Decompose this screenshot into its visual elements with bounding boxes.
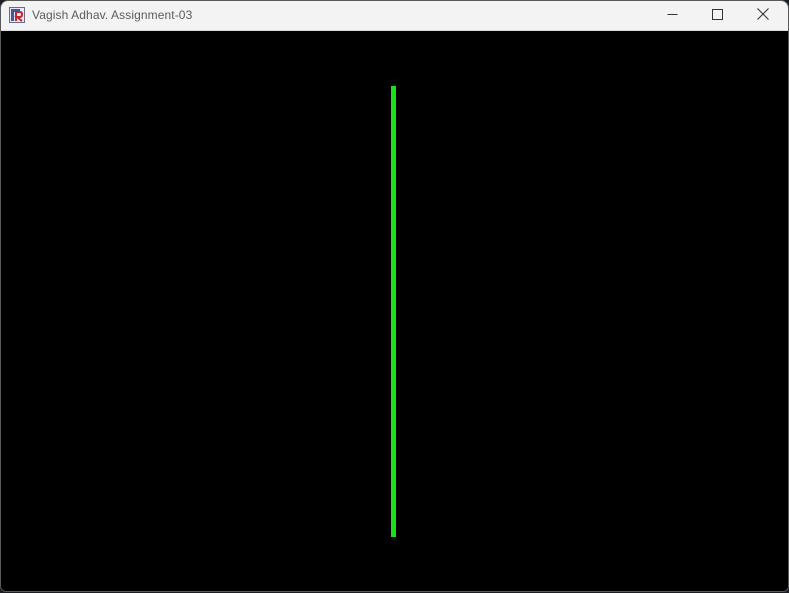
r-app-icon[interactable] [9, 7, 25, 23]
title-bar[interactable]: Vagish Adhav. Assignment-03 [1, 1, 788, 31]
app-window: Vagish Adhav. Assignment-03 [0, 0, 789, 592]
window-title: Vagish Adhav. Assignment-03 [32, 8, 193, 22]
minimize-button[interactable] [649, 1, 695, 30]
close-button[interactable] [740, 1, 786, 30]
maximize-button[interactable] [694, 1, 740, 30]
maximize-icon [711, 7, 723, 25]
minimize-icon [667, 7, 678, 25]
drawing-canvas[interactable] [1, 31, 788, 591]
green-vertical-line [391, 86, 396, 537]
close-icon [757, 7, 769, 25]
